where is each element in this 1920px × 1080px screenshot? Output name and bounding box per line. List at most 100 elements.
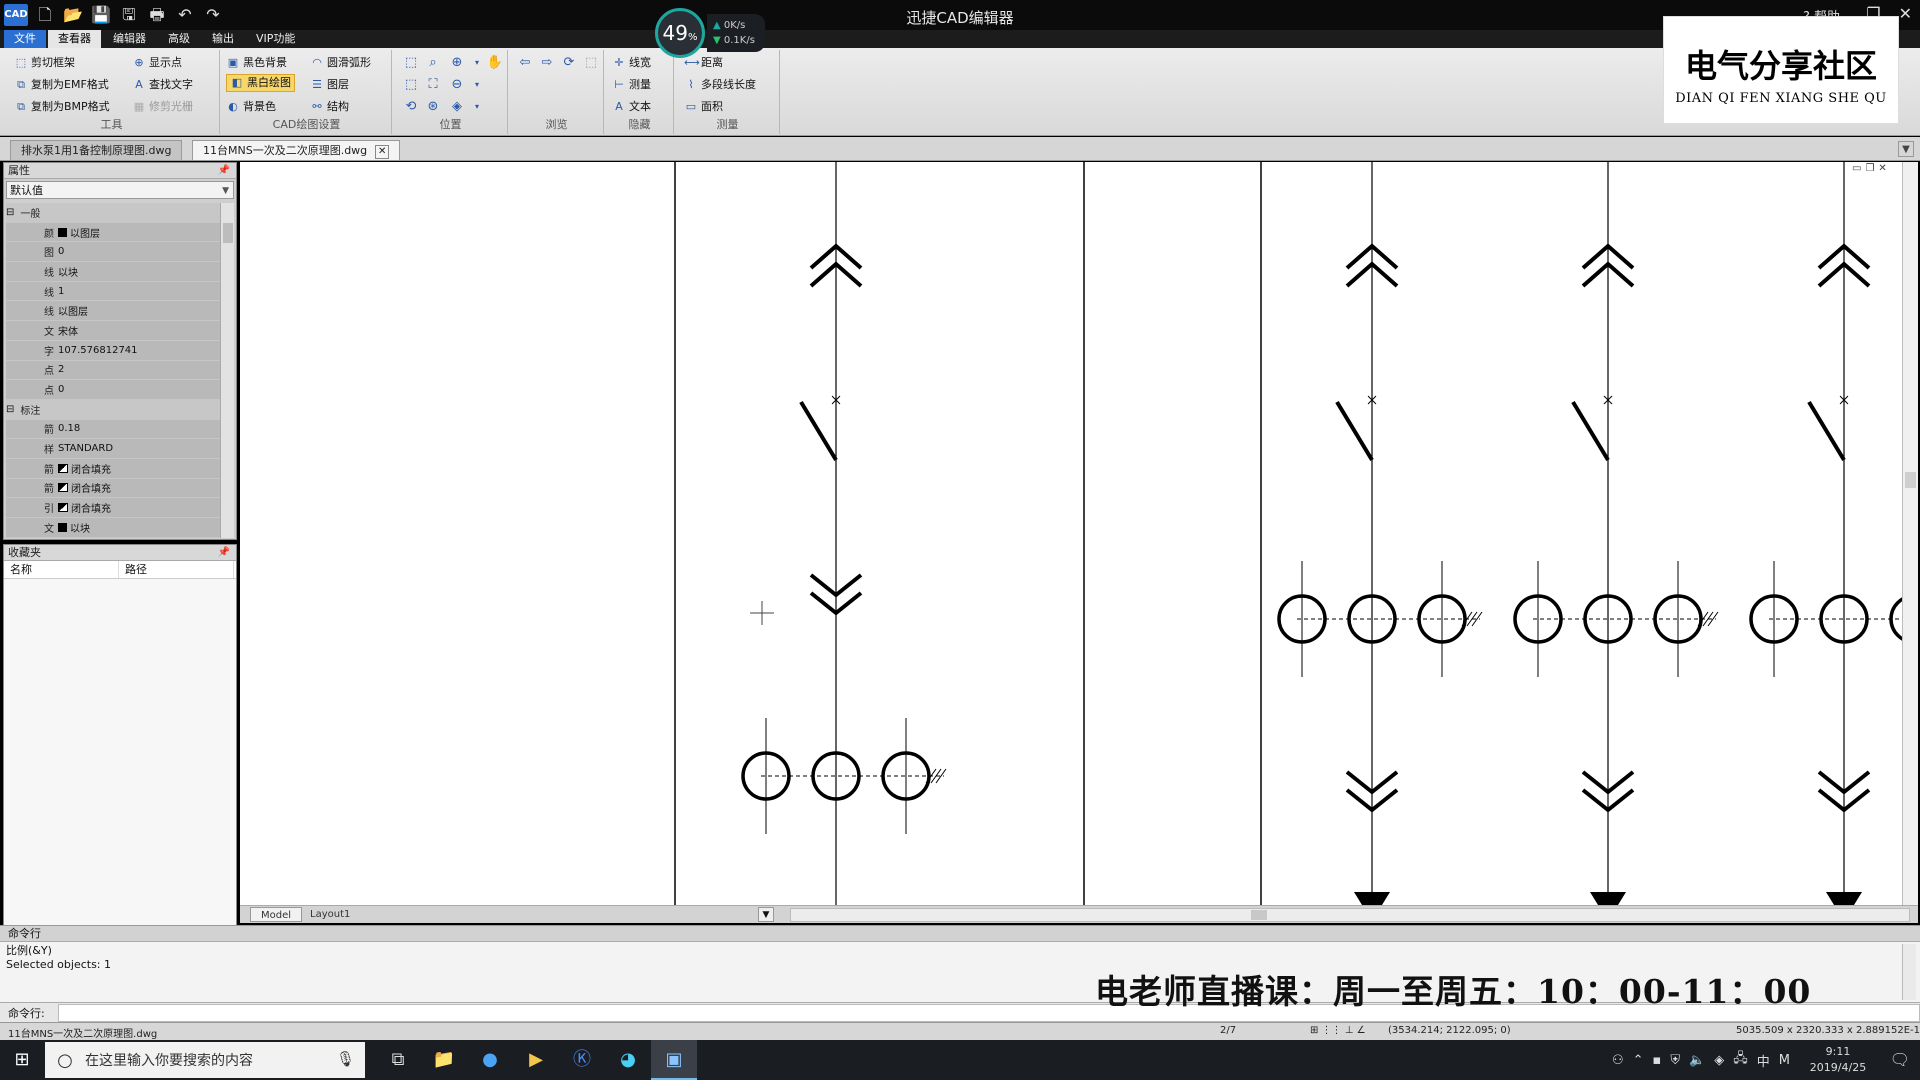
drawing-vertical-scrollbar[interactable] xyxy=(1902,162,1918,905)
property-category[interactable]: ⊟ 标注 xyxy=(6,399,222,420)
property-value[interactable]: 闭合填充 xyxy=(56,480,222,495)
drawing-vscroll-thumb[interactable] xyxy=(1905,472,1916,488)
property-category[interactable]: ⊟ 一般 xyxy=(6,203,222,223)
task-view-icon[interactable]: ⧉ xyxy=(375,1040,421,1080)
person-icon[interactable]: ⚇ xyxy=(1612,1053,1624,1068)
favorites-col-path[interactable]: 路径 xyxy=(119,561,234,578)
drawing-horizontal-scrollbar[interactable] xyxy=(790,908,1910,922)
network-icon[interactable]: 🖧 xyxy=(1733,1049,1748,1071)
refresh-icon[interactable]: ⟳ xyxy=(560,54,578,72)
dimension-button[interactable]: ⊢ 测量 xyxy=(612,76,651,94)
fit-all-icon[interactable]: ⛶ xyxy=(424,76,442,94)
3d-view-icon[interactable]: ◈ xyxy=(448,98,466,116)
property-row[interactable]: 线以图层 xyxy=(6,301,222,322)
property-value[interactable]: 宋体 xyxy=(56,323,222,338)
command-scrollbar[interactable] xyxy=(1902,944,1916,1000)
tab-vip[interactable]: VIP功能 xyxy=(246,30,305,48)
network-speed-gauge[interactable]: 49% ▲ 0K/s ▼ 0.1K/s xyxy=(655,8,765,58)
copy-bmp-button[interactable]: ⧉ 复制为BMP格式 xyxy=(14,98,110,116)
area-button[interactable]: ▭ 面积 xyxy=(684,98,723,116)
browse-disabled-icon[interactable]: ⬚ xyxy=(582,54,600,72)
show-points-button[interactable]: ⊕ 显示点 xyxy=(132,54,182,72)
property-row[interactable]: 字 107.576812741 xyxy=(6,341,222,361)
taskbar-search[interactable]: ○ 在这里输入你要搜索的内容 🎙 xyxy=(45,1042,365,1078)
property-value[interactable]: 0 xyxy=(56,384,222,395)
property-value[interactable]: 0.18 xyxy=(56,423,222,434)
tab-editor[interactable]: 编辑器 xyxy=(103,30,156,48)
snap-icons[interactable]: ⊞ ⋮⋮ ⊥ ∠ xyxy=(1310,1025,1366,1036)
chevron-up-icon[interactable]: ⌃ xyxy=(1633,1053,1644,1068)
property-row[interactable]: 颜 以图层 xyxy=(6,223,222,243)
properties-scrollbar[interactable] xyxy=(220,203,234,538)
qq-browser-icon[interactable]: ◕ xyxy=(605,1040,651,1080)
tab-layout1[interactable]: Layout1 xyxy=(300,907,360,922)
layout-menu-icon[interactable]: ▼ xyxy=(758,907,774,922)
property-row[interactable]: 点0 xyxy=(6,380,222,400)
doc-tab-pump[interactable]: 排水泵1用1备控制原理图.dwg xyxy=(10,140,183,160)
rotate-icon[interactable]: ⟲ xyxy=(402,98,420,116)
property-row[interactable]: 文 以块 xyxy=(6,518,222,538)
layers-button[interactable]: ☰ 图层 xyxy=(310,76,349,94)
property-value[interactable]: 107.576812741 xyxy=(56,345,222,356)
bw-drawing-button[interactable]: ◧ 黑白绘图 xyxy=(226,74,295,92)
property-value[interactable]: 以块 xyxy=(56,264,222,279)
zoom-in-icon[interactable]: ⊕ xyxy=(448,54,466,72)
restore-doc-icon[interactable]: ❐ xyxy=(1865,163,1874,174)
property-value[interactable]: 闭合填充 xyxy=(56,461,222,476)
favorites-pin-icon[interactable]: 📌 xyxy=(218,545,230,561)
distance-button[interactable]: ⟷ 距离 xyxy=(684,54,723,72)
clock[interactable]: 9:11 2019/4/25 xyxy=(1802,1044,1874,1076)
security-icon[interactable]: ⛨ xyxy=(1670,1053,1680,1068)
favorites-col-name[interactable]: 名称 xyxy=(4,561,119,578)
collapse-icon[interactable]: ⊟ xyxy=(6,207,14,218)
property-value[interactable]: 0 xyxy=(56,246,222,257)
cad-app-icon[interactable]: ▣ xyxy=(651,1040,697,1080)
tabs-menu-icon[interactable]: ▼ xyxy=(1898,141,1914,157)
copy-emf-button[interactable]: ⧉ 复制为EMF格式 xyxy=(14,76,109,94)
property-row[interactable]: 样 STANDARD xyxy=(6,439,222,459)
structure-button[interactable]: ⚯ 结构 xyxy=(310,98,349,116)
property-row[interactable]: 线1 xyxy=(6,282,222,302)
defender-icon[interactable]: ◈ xyxy=(1714,1053,1724,1068)
property-value[interactable]: 以图层 xyxy=(56,225,222,240)
notification-icon[interactable]: 🗨 xyxy=(1890,1050,1910,1069)
microphone-icon[interactable]: 🎙 xyxy=(336,1050,355,1068)
pan-hand-icon[interactable]: ✋ xyxy=(486,54,504,72)
zoom-extents-icon[interactable]: ⌕ xyxy=(424,54,442,72)
drawing-hscroll-thumb[interactable] xyxy=(1251,910,1267,920)
scroll-thumb[interactable] xyxy=(223,223,233,243)
line-width-button[interactable]: ✛ 线宽 xyxy=(612,54,651,72)
tab-viewer[interactable]: 查看器 xyxy=(48,30,101,48)
zoom-out-dropdown-icon[interactable]: ▾ xyxy=(468,76,486,94)
minimize-icon[interactable]: ▭ xyxy=(1852,163,1861,174)
property-row[interactable]: 线以块 xyxy=(6,262,222,282)
pin-icon[interactable]: 📌 xyxy=(218,163,230,179)
background-color-button[interactable]: ◐ 背景色 xyxy=(226,98,276,116)
zoom-in-dropdown-icon[interactable]: ▾ xyxy=(468,54,486,72)
clip-frame-button[interactable]: ⬚ 剪切框架 xyxy=(14,54,75,72)
property-row[interactable]: 图0 xyxy=(6,242,222,263)
tab-model[interactable]: Model xyxy=(250,907,303,922)
drawing-canvas[interactable] xyxy=(240,162,1902,905)
property-row[interactable]: 点2 xyxy=(6,361,222,381)
property-value[interactable]: STANDARD xyxy=(56,443,222,454)
tray-app-icon[interactable]: ▪ xyxy=(1653,1053,1662,1068)
close-icon[interactable]: ✕ xyxy=(1899,4,1912,23)
doc-tab-mns[interactable]: 11台MNS一次及二次原理图.dwg ✕ xyxy=(192,140,401,160)
property-value[interactable]: 以图层 xyxy=(56,303,222,318)
black-background-button[interactable]: ▣ 黑色背景 xyxy=(226,54,287,72)
collapse-icon[interactable]: ⊟ xyxy=(6,404,14,415)
property-value[interactable]: 1 xyxy=(56,286,222,297)
property-value[interactable]: 以块 xyxy=(56,520,222,535)
zoom-out-icon[interactable]: ⊖ xyxy=(448,76,466,94)
windows-start-icon[interactable]: ⊞ xyxy=(10,1048,34,1072)
property-row[interactable]: 箭 闭合填充 xyxy=(6,479,222,499)
orbit-icon[interactable]: ⊛ xyxy=(424,98,442,116)
file-explorer-icon[interactable]: 📁 xyxy=(421,1040,467,1080)
property-value[interactable]: 闭合填充 xyxy=(56,500,222,515)
ime-indicator[interactable]: 中 xyxy=(1757,1051,1770,1070)
back-arrow-icon[interactable]: ⇦ xyxy=(516,54,534,72)
text-toggle-button[interactable]: A 文本 xyxy=(612,98,651,116)
tab-file[interactable]: 文件 xyxy=(4,30,46,48)
kuaizip-icon[interactable]: Ⓚ xyxy=(559,1040,605,1080)
